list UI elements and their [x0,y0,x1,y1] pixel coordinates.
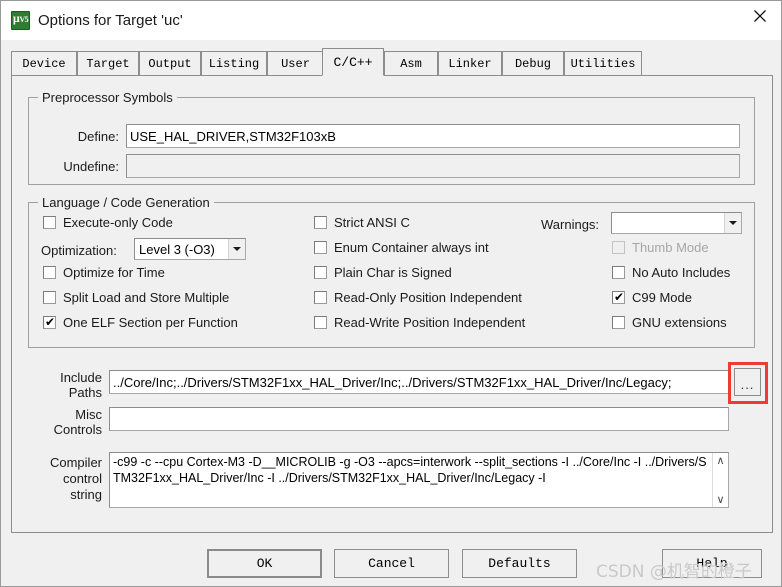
checkbox-read-write-position-independent[interactable]: Read-Write Position Independent [314,315,525,330]
checkbox-box [612,241,625,254]
compiler-label-line2: control [62,471,102,486]
scroll-up-icon[interactable]: ∧ [716,455,724,466]
tab-asm[interactable]: Asm [384,51,438,75]
tab-debug[interactable]: Debug [502,51,564,75]
checkbox-split-load-and-store-multiple[interactable]: Split Load and Store Multiple [43,290,229,305]
tab-target[interactable]: Target [77,51,139,75]
checkbox-label: No Auto Includes [632,265,731,280]
tab-c-cpp[interactable]: C/C++ [322,48,384,76]
compiler-label-line1: Compiler [49,455,102,470]
checkbox-gnu-extensions[interactable]: GNU extensions [612,315,727,330]
checkbox-label: C99 Mode [632,290,692,305]
checkbox-plain-char-is-signed[interactable]: Plain Char is Signed [314,265,452,280]
cancel-button[interactable]: Cancel [334,549,449,578]
optimization-value: Level 3 (-O3) [139,241,215,257]
warnings-select[interactable] [611,212,742,234]
checkbox-read-only-position-independent[interactable]: Read-Only Position Independent [314,290,522,305]
misc-controls-input[interactable] [109,407,729,431]
tab-linker[interactable]: Linker [438,51,502,75]
compiler-control-string-scrollbar[interactable]: ∧ ∨ [712,453,728,507]
chevron-down-icon[interactable] [724,213,741,233]
tab-output[interactable]: Output [139,51,201,75]
checkbox-c99-mode[interactable]: ✔ C99 Mode [612,290,692,305]
undefine-label: Undefine: [63,159,119,174]
uvision-icon: µV5 [11,11,30,30]
checkbox-label: One ELF Section per Function [63,315,238,330]
preprocessor-symbols-group: Preprocessor Symbols Define: USE_HAL_DRI… [28,90,755,185]
include-paths-input[interactable]: ../Core/Inc;../Drivers/STM32F1xx_HAL_Dri… [109,370,729,394]
misc-controls-label: Misc Controls [24,407,102,437]
compiler-control-string-value: -c99 -c --cpu Cortex-M3 -D__MICROLIB -g … [113,455,707,485]
compiler-control-string-label: Compiler control string [26,455,102,503]
language-code-generation-group: Language / Code Generation Execute-only … [28,195,755,348]
tab-listing[interactable]: Listing [201,51,267,75]
checkbox-box [314,241,327,254]
checkbox-box [43,266,56,279]
checkbox-one-elf-section-per-function[interactable]: ✔ One ELF Section per Function [43,315,238,330]
help-button[interactable]: Help [662,549,762,578]
c-cpp-page: Preprocessor Symbols Define: USE_HAL_DRI… [11,75,773,533]
scroll-down-icon[interactable]: ∨ [716,494,724,505]
tab-user[interactable]: User [267,51,324,75]
tab-device[interactable]: Device [11,51,77,75]
define-label: Define: [77,129,119,144]
defaults-button[interactable]: Defaults [462,549,577,578]
checkbox-label: Execute-only Code [63,215,173,230]
checkbox-box [314,316,327,329]
tab-strip: Device Target Output Listing User C/C++ … [11,48,773,76]
checkbox-box: ✔ [612,290,625,304]
compiler-label-line3: string [70,487,102,502]
misc-controls-label-line2: Controls [53,422,102,437]
define-input[interactable]: USE_HAL_DRIVER,STM32F103xB [126,124,740,148]
checkbox-box [43,291,56,304]
checkbox-box [314,291,327,304]
checkbox-thumb-mode[interactable]: Thumb Mode [612,240,709,255]
checkbox-enum-container-always-int[interactable]: Enum Container always int [314,240,489,255]
window-title: Options for Target 'uc' [38,12,183,29]
checkbox-optimize-for-time[interactable]: Optimize for Time [43,265,165,280]
language-code-generation-legend: Language / Code Generation [38,195,214,210]
checkbox-label: Strict ANSI C [334,215,410,230]
checkbox-label: Read-Only Position Independent [334,290,522,305]
title-bar: µV5 Options for Target 'uc' [1,1,781,40]
checkbox-box [314,266,327,279]
checkbox-box [612,316,625,329]
tab-utilities[interactable]: Utilities [564,51,642,75]
checkbox-label: Thumb Mode [632,240,709,255]
checkbox-box [43,216,56,229]
misc-controls-label-line1: Misc [75,407,102,422]
checkbox-label: Plain Char is Signed [334,265,452,280]
optimization-select[interactable]: Level 3 (-O3) [134,238,246,260]
ok-button[interactable]: OK [207,549,322,578]
undefine-input[interactable] [126,154,740,178]
chevron-down-icon[interactable] [228,239,245,259]
preprocessor-symbols-legend: Preprocessor Symbols [38,90,177,105]
warnings-label: Warnings: [541,217,600,232]
checkbox-no-auto-includes[interactable]: No Auto Includes [612,265,730,280]
include-paths-label-line1: Include [60,370,102,385]
include-paths-label-line2: Paths [68,385,102,400]
checkbox-label: Split Load and Store Multiple [63,290,230,305]
checkbox-box [612,266,625,279]
close-icon[interactable] [737,1,781,31]
checkbox-label: Enum Container always int [334,240,489,255]
checkbox-box [314,216,327,229]
checkbox-strict-ansi-c[interactable]: Strict ANSI C [314,215,410,230]
include-paths-browse-button[interactable]: ... [734,368,761,396]
checkbox-label: Read-Write Position Independent [334,315,526,330]
checkbox-execute-only-code[interactable]: Execute-only Code [43,215,173,230]
checkbox-label: GNU extensions [632,315,727,330]
checkbox-box: ✔ [43,315,56,329]
checkbox-label: Optimize for Time [63,265,165,280]
compiler-control-string-textarea[interactable]: -c99 -c --cpu Cortex-M3 -D__MICROLIB -g … [109,452,729,508]
include-paths-label: Include Paths [32,370,102,400]
optimization-label: Optimization: [41,243,117,258]
options-for-target-dialog: µV5 Options for Target 'uc' Device Targe… [0,0,782,587]
